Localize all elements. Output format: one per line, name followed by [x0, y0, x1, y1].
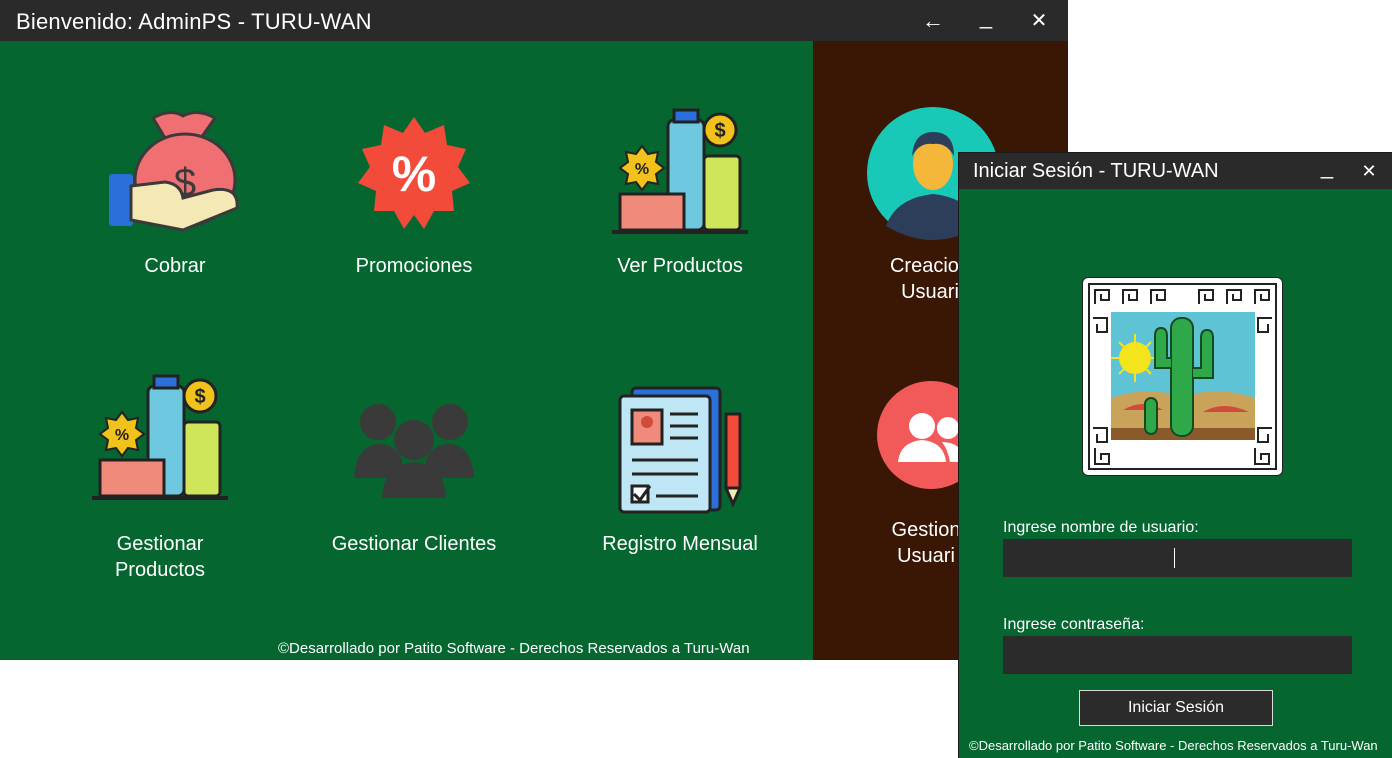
login-button[interactable]: Iniciar Sesión	[1079, 690, 1273, 726]
money-bag-icon: $	[109, 111, 239, 232]
products-icon: $ %	[612, 108, 748, 234]
username-label: Ingrese nombre de usuario:	[1003, 519, 1199, 536]
login-footer: ©Desarrollado por Patito Software - Dere…	[969, 738, 1378, 753]
report-document-icon	[618, 386, 743, 514]
login-minimize-button[interactable]: _	[1307, 152, 1347, 182]
close-button[interactable]: ✕	[1019, 6, 1059, 36]
percent-badge-icon: %	[358, 117, 470, 229]
svg-text:$: $	[194, 386, 205, 408]
svg-text:%: %	[115, 427, 129, 444]
products-icon: $ %	[92, 374, 228, 500]
svg-text:%: %	[392, 146, 436, 202]
minimize-button[interactable]: _	[966, 2, 1006, 32]
text-caret	[1174, 548, 1175, 568]
tile-cobrar[interactable]: $ Cobrar	[95, 100, 255, 290]
back-button[interactable]: ←	[913, 6, 953, 36]
login-window: Iniciar Sesión - TURU-WAN _ ✕ Ingrese no…	[959, 153, 1392, 758]
tile-ver-productos[interactable]: $ % Ver Productos	[600, 100, 760, 290]
login-titlebar: Iniciar Sesión - TURU-WAN _ ✕	[959, 153, 1392, 189]
login-close-button[interactable]: ✕	[1349, 156, 1389, 186]
tile-registro-mensual-label: Registro Mensual	[602, 533, 758, 555]
svg-text:%: %	[635, 161, 649, 178]
username-input[interactable]	[1003, 539, 1352, 577]
tile-promociones[interactable]: % Promociones	[334, 100, 494, 290]
tile-gestionar-clientes-label: Gestionar Clientes	[331, 533, 497, 555]
main-titlebar: Bienvenido: AdminPS - TURU-WAN ← _ ✕	[0, 0, 1068, 41]
tile-gestionar-productos-label2: Productos	[114, 559, 206, 581]
svg-text:$: $	[714, 120, 725, 142]
password-input[interactable]	[1003, 636, 1352, 674]
main-window: Bienvenido: AdminPS - TURU-WAN ← _ ✕ $ C…	[0, 0, 1068, 660]
company-logo	[1082, 277, 1283, 476]
password-label: Ingrese contraseña:	[1003, 616, 1145, 633]
tile-gestionar-clientes[interactable]: Gestionar Clientes	[320, 370, 508, 570]
login-window-title: Iniciar Sesión - TURU-WAN	[973, 160, 1219, 182]
tile-cobrar-label: Cobrar	[144, 255, 206, 277]
tile-ver-productos-label: Ver Productos	[617, 255, 743, 277]
main-window-title: Bienvenido: AdminPS - TURU-WAN	[16, 9, 372, 34]
tile-gestionar-productos-label1: Gestionar	[116, 533, 204, 555]
tile-registro-mensual[interactable]: Registro Mensual	[590, 370, 770, 570]
cactus-logo-icon	[1088, 283, 1277, 470]
main-footer: ©Desarrollado por Patito Software - Dere…	[278, 640, 750, 657]
tile-promociones-label: Promociones	[355, 255, 473, 277]
users-group-icon	[354, 404, 474, 498]
tile-gestionar-productos[interactable]: $ % Gestionar Productos	[80, 370, 240, 590]
